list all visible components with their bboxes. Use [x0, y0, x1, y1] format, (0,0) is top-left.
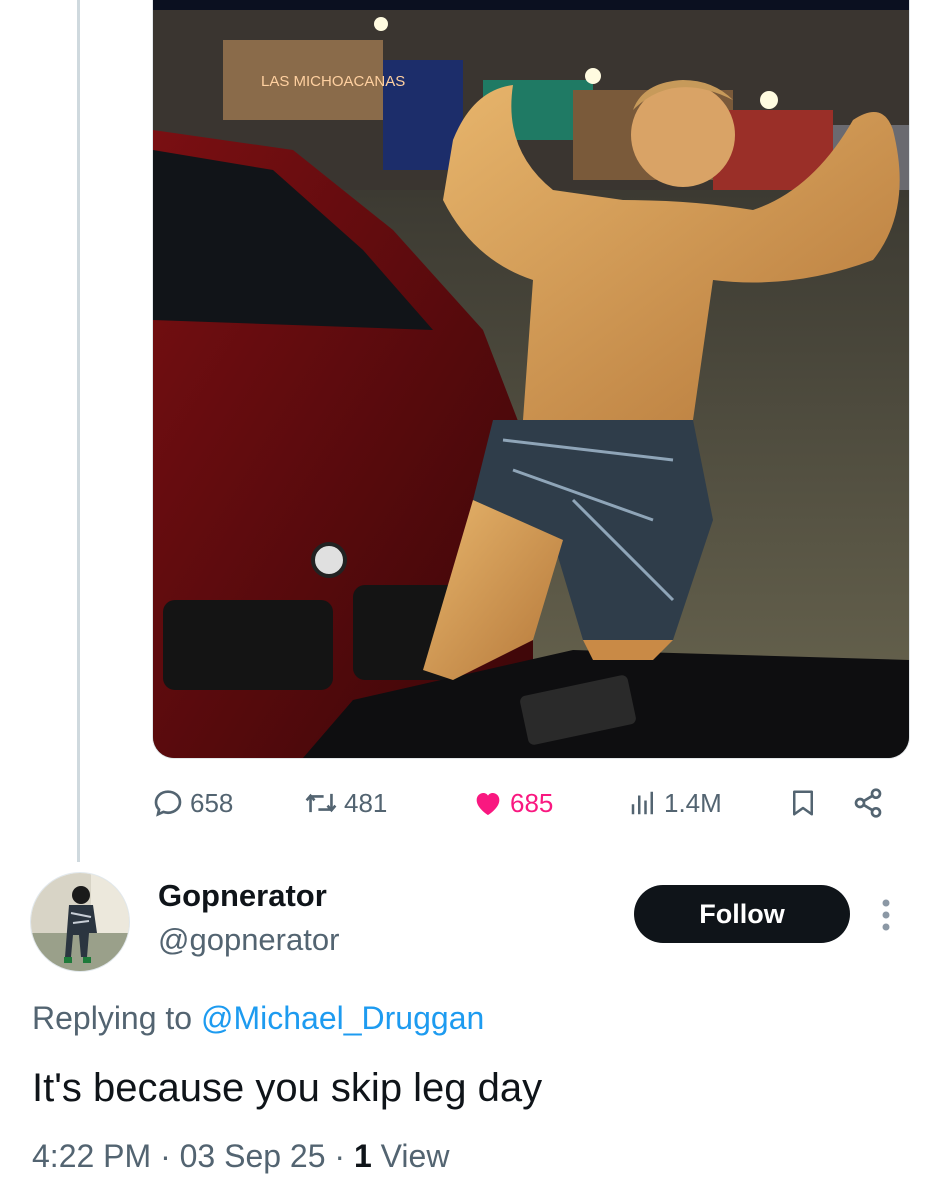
meta-separator: ·	[334, 1138, 346, 1174]
post-action-bar: 658 481 685 1.4M	[152, 780, 892, 826]
follow-button[interactable]: Follow	[634, 885, 850, 943]
thread-connector-line	[77, 0, 80, 862]
reply-date[interactable]: 03 Sep 25	[180, 1138, 326, 1174]
display-name[interactable]: Gopnerator	[158, 878, 327, 914]
user-handle[interactable]: @gopnerator	[158, 922, 339, 958]
reply-time[interactable]: 4:22 PM	[32, 1138, 151, 1174]
photo-illustration: LAS MICHOACANAS	[153, 0, 909, 758]
meta-separator: ·	[160, 1138, 171, 1174]
avatar-image	[31, 873, 129, 971]
like-button[interactable]: 685	[472, 780, 553, 826]
more-options-icon[interactable]	[872, 894, 900, 936]
reply-view-label: View	[380, 1138, 450, 1174]
storefront-sign: LAS MICHOACANAS	[261, 73, 405, 90]
mention-link[interactable]: @Michael_Druggan	[201, 1000, 484, 1036]
views-button[interactable]: 1.4M	[628, 780, 722, 826]
post-photo[interactable]: LAS MICHOACANAS	[152, 0, 910, 759]
reply-icon	[154, 790, 182, 817]
share-button[interactable]	[852, 780, 884, 826]
heart-icon	[476, 793, 500, 815]
bookmark-icon	[793, 790, 813, 816]
repost-count: 481	[344, 787, 388, 818]
tweet-thread: LAS MICHOACANAS 658 481 685 1.4M Gopnera…	[0, 0, 938, 1200]
views-icon	[631, 791, 653, 815]
repost-icon	[305, 793, 337, 813]
reply-button[interactable]: 658	[152, 780, 233, 826]
view-count: 1.4M	[664, 787, 722, 818]
reply-count: 658	[190, 787, 234, 818]
like-count: 685	[510, 787, 554, 818]
reply-text: It's because you skip leg day	[32, 1066, 543, 1110]
avatar[interactable]	[30, 872, 130, 972]
repost-button[interactable]: 481	[304, 780, 387, 826]
reply-meta: 4:22 PM · 03 Sep 25 · 1 View	[32, 1138, 449, 1175]
replying-prefix: Replying to	[32, 1000, 193, 1036]
replying-to-line: Replying to @Michael_Druggan	[32, 1000, 484, 1037]
vertical-dots-icon	[882, 899, 890, 931]
share-icon	[854, 788, 882, 818]
bookmark-button[interactable]	[788, 780, 818, 826]
reply-view-count: 1	[353, 1138, 372, 1174]
